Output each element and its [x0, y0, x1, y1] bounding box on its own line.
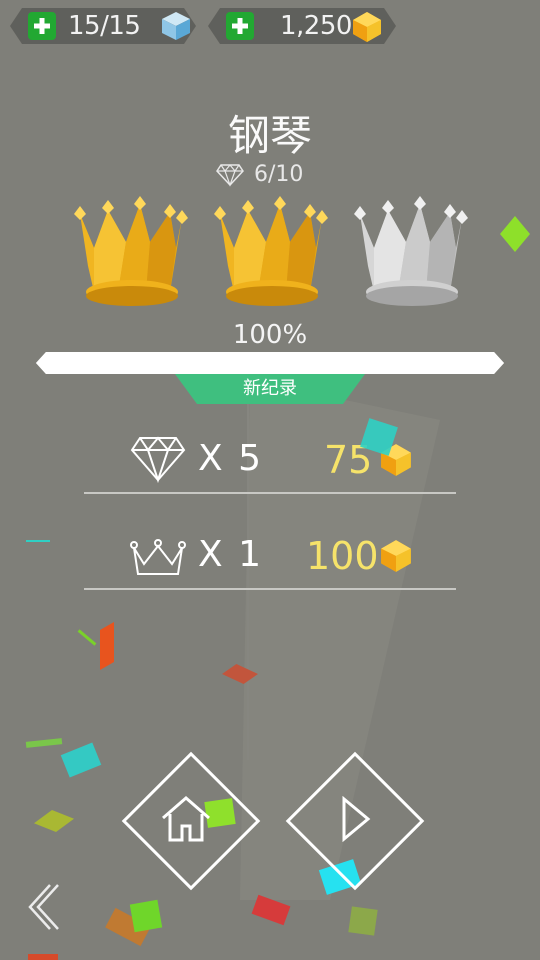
reward-amount: 100	[306, 534, 379, 578]
energy-value: 15/15	[68, 11, 141, 41]
level-title: 钢琴	[227, 111, 312, 160]
gem-counter: 1,250	[208, 8, 396, 44]
home-icon	[162, 796, 210, 842]
reward-multiplier: X 1	[198, 534, 264, 575]
completion-percent: 100%	[232, 320, 308, 350]
silver-crown-icon	[354, 196, 468, 306]
gold-gem-icon	[381, 540, 411, 572]
diamond-outline-icon	[130, 436, 186, 484]
confetti-piece	[348, 906, 378, 936]
confetti-piece	[100, 621, 114, 671]
completion-progress-fill	[36, 352, 504, 374]
energy-counter: 15/15	[10, 8, 196, 44]
completion-progress-bar	[36, 352, 504, 374]
play-icon	[342, 796, 371, 842]
diamond-icon	[216, 164, 244, 187]
back-arrow-icon[interactable]	[26, 882, 62, 932]
add-gems-button[interactable]	[226, 12, 254, 40]
confetti-piece	[129, 899, 163, 933]
gold-crown-icon	[74, 196, 188, 306]
reward-multiplier: X 5	[198, 438, 264, 479]
diamond-progress: 6/10	[254, 162, 304, 187]
gold-crown-icon	[214, 196, 328, 306]
reward-row-diamonds: X 5 75	[84, 398, 456, 494]
gem-value: 1,250	[280, 11, 352, 41]
ice-cube-icon	[160, 10, 192, 42]
divider	[84, 588, 456, 590]
confetti-piece	[28, 954, 58, 960]
crown-outline-icon	[130, 539, 186, 575]
add-energy-button[interactable]	[28, 12, 56, 40]
gold-gem-icon	[350, 10, 384, 44]
reward-row-crowns: X 1 100	[84, 494, 456, 590]
confetti-piece	[26, 540, 50, 542]
